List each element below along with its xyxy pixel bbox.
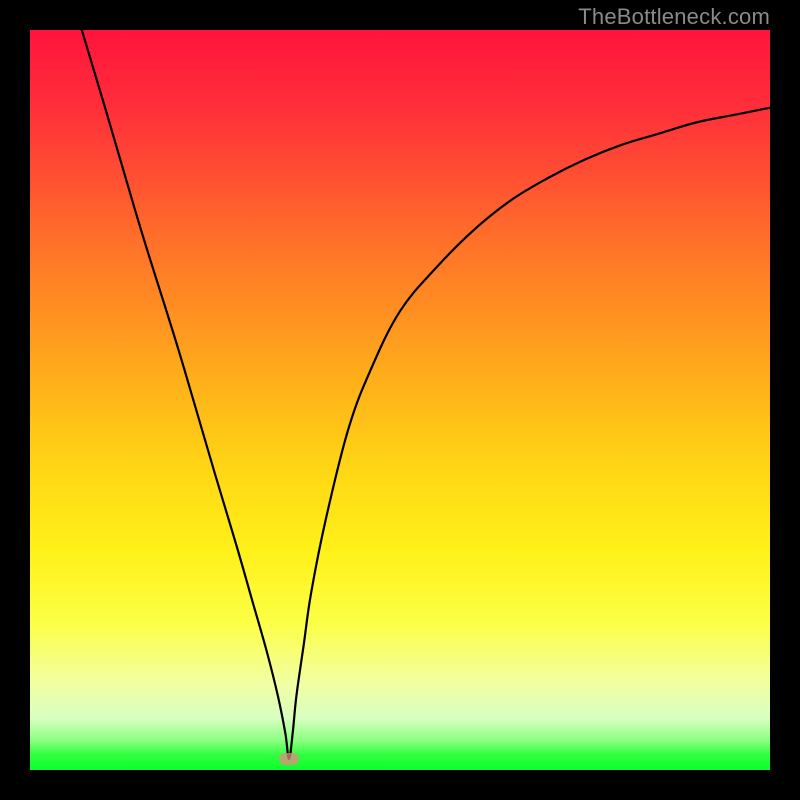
bottleneck-marker: [279, 753, 299, 765]
plot-area: [30, 30, 770, 770]
chart-frame: TheBottleneck.com: [0, 0, 800, 800]
bottleneck-curve: [30, 30, 770, 770]
watermark-text: TheBottleneck.com: [578, 4, 770, 30]
